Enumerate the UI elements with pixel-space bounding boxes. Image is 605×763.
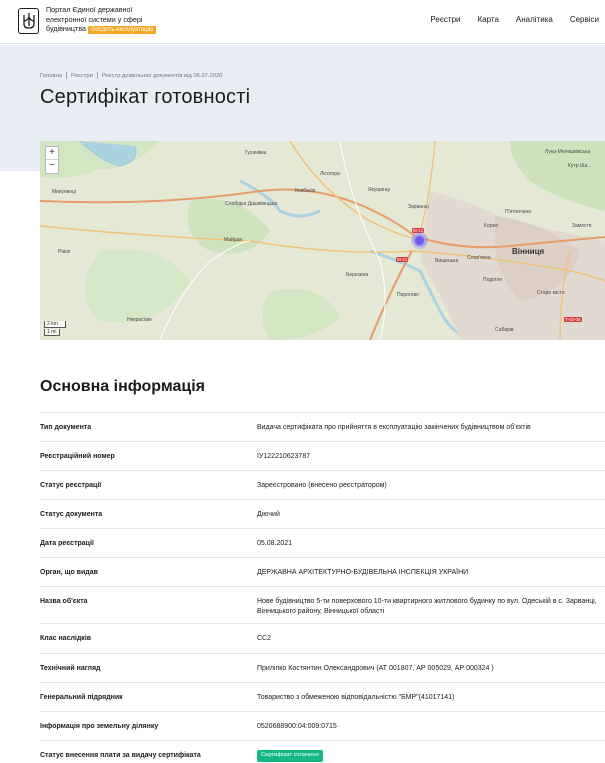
payment-status-badge: Сертифікат сплачено — [257, 750, 323, 762]
info-value: Приліпко Костянтин Олександрович (АТ 001… — [257, 665, 494, 672]
info-key: Дата реєстрації — [40, 540, 94, 547]
map-label: Кутр Ша... — [568, 163, 592, 169]
info-value: 05.08.2021 — [257, 540, 293, 547]
info-key: Інформація про земельну ділянку — [40, 723, 159, 730]
top-header: Портал Єдиної державної електронної сист… — [0, 0, 605, 44]
info-key: Статус реєстрації — [40, 482, 102, 489]
info-key: Генеральний підрядник — [40, 694, 123, 701]
portal-brand[interactable]: Портал Єдиної державної електронної сист… — [46, 5, 196, 34]
map-label: Замостя — [572, 223, 592, 229]
info-row-doc-status: Статус документа Діючий — [40, 499, 605, 528]
zoom-in-button[interactable]: + — [46, 147, 58, 160]
breadcrumb-current[interactable]: Реєстр дозвільних документів від 06.07.2… — [102, 73, 223, 79]
info-row-payment-status: Статус внесення плати за видачу сертифік… — [40, 740, 605, 763]
map-label: Ковбасів — [295, 188, 316, 194]
brand-line-1: Портал Єдиної державної — [46, 5, 133, 14]
info-value: Сертифікат сплачено — [257, 750, 597, 762]
location-map[interactable]: + − Гусачівка Ковбасів Лісогора Якушинці… — [40, 141, 605, 340]
map-label: Старе місто — [537, 290, 565, 296]
map-label: Лісогора — [320, 171, 340, 177]
info-row-reg-date: Дата реєстрації 05.08.2021 — [40, 528, 605, 557]
info-row-doc-type: Тип документа Видача сертифіката про при… — [40, 412, 605, 441]
breadcrumb: Головна Реєстри Реєстр дозвільних докуме… — [40, 72, 222, 79]
info-row-reg-status: Статус реєстрації Зареєстровано (внесено… — [40, 470, 605, 499]
map-label: Слобідка Дашківецька — [225, 201, 278, 207]
info-key: Реєстраційний номер — [40, 453, 115, 460]
info-value: 0520688900:04:009:0715 — [257, 723, 337, 730]
info-value: Видача сертифіката про прийняття в експл… — [257, 424, 531, 431]
info-row-consequence-class: Клас наслідків СС2 — [40, 623, 605, 653]
info-row-issuer: Орган, що видав ДЕРЖАВНА АРХІТЕКТУРНО-БУ… — [40, 557, 605, 586]
map-label: Микулинці — [52, 189, 77, 195]
road-shield: M-12 — [412, 228, 425, 233]
info-key: Технічний нагляд — [40, 665, 101, 672]
map-label: Майдан — [224, 237, 243, 243]
info-value: Нове будівництво 5-ти поверхового 10-ти … — [257, 598, 597, 615]
page-title: Сертифікат готовності — [40, 86, 251, 108]
info-key: Орган, що видав — [40, 569, 98, 576]
info-value: Зареєстровано (внесено реєстратором) — [257, 482, 387, 489]
map-label: Вишенька — [435, 258, 459, 264]
road-shield: M-21 — [396, 257, 409, 262]
road-shield: T-02-06 — [564, 317, 582, 322]
map-label: Корея — [484, 223, 498, 229]
nav-map[interactable]: Карта — [478, 15, 499, 24]
info-key: Назва об'єкта — [40, 598, 88, 605]
info-row-general-contractor: Генеральний підрядник Товариство з обмеж… — [40, 682, 605, 711]
zoom-control: + − — [45, 146, 59, 174]
map-label: П'ятничани — [505, 209, 532, 215]
info-value: Товариство з обмеженою відповідальністю … — [257, 694, 455, 701]
scale-km: 2 km — [44, 321, 66, 328]
beta-badge: Dосдить експлуатацію — [88, 26, 157, 34]
info-value: СС2 — [257, 635, 272, 642]
info-key: Статус внесення плати за видачу сертифік… — [40, 752, 201, 759]
info-key: Статус документа — [40, 511, 103, 518]
section-title: Основна інформація — [40, 378, 205, 395]
info-row-reg-number: Реєстраційний номер ІУ122210623787 — [40, 441, 605, 470]
map-label: Зарванці — [408, 204, 429, 210]
map-scale: 2 km 1 mi — [44, 320, 66, 336]
map-label: Сабарів — [495, 327, 514, 333]
breadcrumb-separator — [96, 72, 98, 79]
brand-line-3: будівництва — [46, 24, 87, 33]
info-key: Клас наслідків — [40, 635, 92, 642]
zoom-out-button[interactable]: − — [46, 160, 58, 173]
info-value: ДЕРЖАВНА АРХІТЕКТУРНО-БУДІВЕЛЬНА ІНСПЕКЦ… — [257, 569, 469, 576]
map-label: Некрасове — [127, 317, 152, 323]
breadcrumb-home[interactable]: Головна — [40, 73, 62, 79]
info-row-object-name: Назва об'єкта Нове будівництво 5-ти пове… — [40, 586, 605, 623]
map-label: Березина — [346, 272, 369, 278]
scale-mi: 1 mi — [44, 329, 60, 336]
info-value: ІУ122210623787 — [257, 453, 311, 460]
coat-of-arms-logo-icon[interactable] — [18, 8, 39, 34]
brand-line-2: електронної системи у сфері — [46, 14, 143, 24]
location-marker-icon[interactable] — [413, 234, 426, 247]
main-nav: Реєстри Карта Аналітика Сервіси — [413, 15, 599, 24]
map-label: Гусачівка — [245, 150, 267, 156]
map-label: Якушинці — [368, 187, 390, 193]
nav-registries[interactable]: Реєстри — [430, 15, 460, 24]
info-row-tech-supervision: Технічний нагляд Приліпко Костянтин Олек… — [40, 653, 605, 682]
map-label: Поділля — [483, 277, 502, 283]
map-label-city: Вінниця — [512, 247, 545, 256]
nav-analytics[interactable]: Аналітика — [516, 15, 553, 24]
info-value: Діючий — [257, 511, 280, 518]
map-label: Слов'янка — [467, 255, 491, 261]
info-row-land-plot: Інформація про земельну ділянку 05206889… — [40, 711, 605, 740]
nav-services[interactable]: Сервіси — [570, 15, 599, 24]
map-label: Пирогово — [397, 292, 419, 298]
info-key: Тип документа — [40, 424, 92, 431]
breadcrumb-separator — [66, 72, 68, 79]
map-label: Рівок — [58, 249, 71, 255]
map-label: Лука-Мелешківська — [545, 149, 591, 155]
breadcrumb-registries[interactable]: Реєстри — [71, 73, 93, 79]
